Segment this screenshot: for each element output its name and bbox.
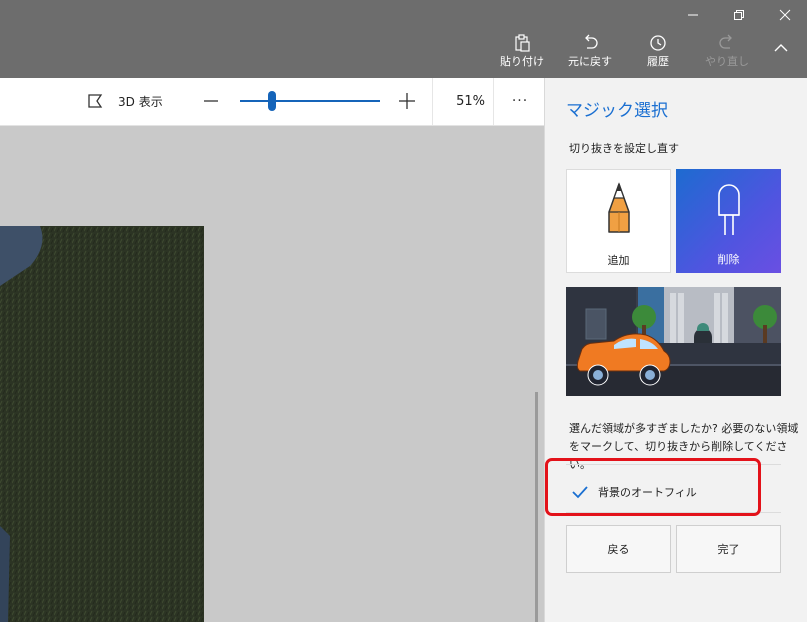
car-illustration (566, 287, 781, 396)
view-3d-button[interactable]: 3D 表示 (86, 90, 163, 112)
title-bar: 貼り付け 元に戻す 履歴 やり直し (0, 0, 807, 78)
redo-button[interactable]: やり直し (697, 34, 757, 74)
more-button[interactable]: ··· (508, 90, 532, 112)
paste-icon (515, 34, 530, 52)
vertical-scrollbar[interactable] (535, 392, 538, 622)
restore-icon (734, 10, 744, 20)
view-3d-label: 3D 表示 (118, 94, 163, 109)
zoom-slider[interactable] (240, 100, 380, 102)
highlight-annotation (545, 458, 761, 516)
magic-select-panel: マジック選択 切り抜きを設定し直す 追加 削除 選んだ領域が多すぎましたか? 必… (544, 78, 807, 622)
plus-icon (399, 93, 415, 109)
collapse-button[interactable] (758, 40, 804, 80)
minimize-icon (688, 14, 698, 16)
undo-icon (585, 34, 598, 49)
eraser-icon (717, 184, 740, 235)
close-icon (779, 9, 791, 21)
add-button[interactable]: 追加 (566, 169, 671, 273)
add-label: 追加 (607, 254, 630, 267)
redo-icon (719, 34, 732, 49)
back-button[interactable]: 戻る (566, 525, 671, 573)
canvas-area[interactable] (0, 126, 544, 622)
done-button[interactable]: 完了 (676, 525, 781, 573)
remove-label: 削除 (717, 253, 740, 266)
zoom-slider-thumb[interactable] (268, 91, 276, 111)
panel-subtitle: 切り抜きを設定し直す (569, 142, 679, 155)
view-toolbar: 3D 表示 51% ··· (0, 78, 544, 126)
history-button[interactable]: 履歴 (628, 34, 688, 74)
zoom-in-button[interactable] (396, 90, 418, 112)
paste-button[interactable]: 貼り付け (492, 34, 552, 74)
zoom-value[interactable]: 51% (432, 78, 494, 125)
restore-button[interactable] (716, 0, 762, 30)
panel-title: マジック選択 (566, 101, 668, 121)
3d-view-icon (88, 94, 103, 108)
chevron-up-icon (774, 44, 788, 52)
minus-icon (204, 100, 218, 102)
remove-button[interactable]: 削除 (676, 169, 781, 273)
redo-label: やり直し (705, 55, 749, 68)
photo-image[interactable] (0, 226, 204, 622)
paste-label: 貼り付け (500, 55, 544, 68)
history-icon (650, 35, 666, 51)
undo-label: 元に戻す (568, 55, 612, 68)
photo-canvas (0, 226, 204, 622)
undo-button[interactable]: 元に戻す (560, 34, 620, 74)
pencil-icon (607, 182, 630, 233)
tutorial-illustration (566, 287, 781, 396)
close-button[interactable] (762, 0, 807, 30)
history-label: 履歴 (647, 55, 669, 68)
zoom-out-button[interactable] (200, 90, 222, 112)
minimize-button[interactable] (670, 0, 716, 30)
